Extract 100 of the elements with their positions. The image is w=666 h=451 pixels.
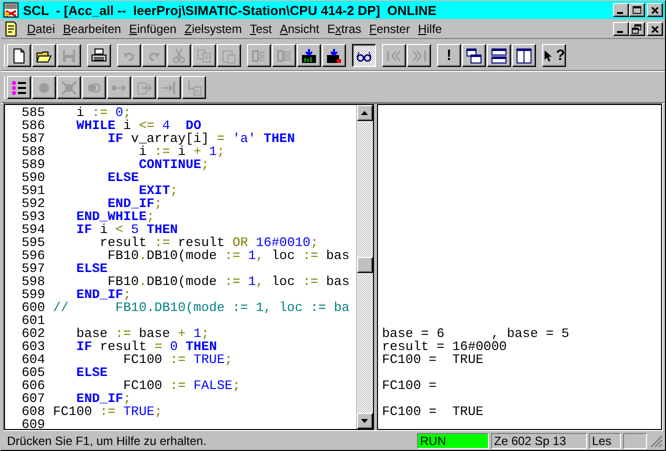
floppy-icon [61,48,77,64]
menu-item[interactable]: Datei [23,22,60,36]
cascade-button[interactable] [462,44,486,68]
monitor-value: FC100 = TRUE [382,405,484,418]
restore-icon [630,22,644,35]
menu-item[interactable]: Extras [323,22,366,36]
code-line: CONTINUE; [138,158,210,172]
menu-item[interactable]: Fenster [365,22,414,36]
minimize-button[interactable] [613,22,629,36]
menu-item[interactable]: Ansicht [276,22,324,36]
help-button[interactable]: ? [542,44,566,68]
line-number: 597 [20,262,45,276]
page-icon [11,48,27,64]
code-line: ELSE [75,366,108,380]
tile-horizontal-button[interactable] [487,44,511,68]
menu-item[interactable]: Bearbeiten [59,22,126,36]
print-button[interactable] [87,44,111,68]
status-message: Drücken Sie F1, um Hilfe zu erhalten. [6,434,208,448]
line-number: 587 [20,132,45,146]
scrollbar[interactable] [356,105,373,430]
scroll-down-button[interactable] [357,413,373,430]
status-panel: Ze 602 Sp 13 [491,432,587,448]
code-line: IF v_array[i] = 'a' THEN [106,132,295,146]
status-panel [623,432,647,448]
monitor-value: FC100 = [382,379,437,392]
download-button[interactable] [297,44,321,68]
monitor-value: result = 16#0000 [382,340,507,354]
open-button[interactable] [32,44,56,68]
down-arrow-icon [361,418,369,424]
breakpoint-list-button[interactable] [7,76,31,100]
line-number: 586 [20,119,45,132]
line-number: 594 [20,223,45,236]
skip-forward-icon [411,48,427,64]
line-number: 596 [20,249,45,262]
menu-item[interactable]: Einfügen [125,22,180,36]
up-arrow-icon [361,110,369,116]
step-out-icon [186,80,202,96]
tile-vertical-icon [516,48,532,64]
line-number: 585 [20,106,45,120]
menu-item[interactable]: Hilfe [414,22,446,36]
status-panel: RUN [417,432,489,448]
monitor-value: base = 6 , base = 5 [382,327,570,340]
menu-item[interactable]: Test [246,22,276,36]
code-line: FC100 := TRUE; [122,353,232,366]
window-title: SCL - [Acc_all -- leerProj\SIMATIC-Station\CPU 414-2 DP] ONLINE [23,2,438,18]
code-line: FB10.DB10(mode := 1, loc := bas [107,249,350,262]
code-line: FC100 := TRUE; [53,405,162,418]
scroll-thumb[interactable] [357,257,373,274]
restore-button[interactable] [629,22,645,36]
code-line: result := result OR 16#0010; [98,236,318,250]
step-arrow-icon [136,80,152,96]
close-button[interactable] [647,3,663,18]
line-number: 609 [20,418,45,430]
line-number: 605 [20,366,45,380]
code-line: FC100 := FALSE; [122,379,240,392]
code-line: ELSE [106,171,139,184]
monitor-button[interactable] [352,44,376,68]
scissors-icon [171,48,187,64]
code-line: IF result = 0 THEN [75,340,217,354]
code-line: // FB10.DB10(mode := 1, loc := ba [53,301,350,314]
list-icon [11,80,27,96]
line-number: 588 [20,145,45,158]
download-icon [326,48,342,64]
code-line: ELSE [75,262,108,276]
app-icon [3,2,19,18]
line-number: 604 [20,353,45,366]
document-icon [3,20,19,37]
line-number: 589 [20,158,45,172]
download-all-button[interactable] [322,44,346,68]
menu-item[interactable]: Zielsystem [180,22,246,36]
download-icon [301,48,317,64]
code-line: EXIT; [138,184,178,198]
minimize-button[interactable] [613,3,629,18]
minimize-icon [617,30,623,33]
tile-horizontal-icon [491,48,507,64]
crossed-dot-icon [61,80,77,96]
minimize-icon [617,12,623,14]
tile-vertical-button[interactable] [512,44,536,68]
code-line: i := i + 1; [138,145,225,158]
run-button[interactable]: ! [437,44,461,68]
line-number: 603 [20,340,45,354]
line-number: 600 [20,301,45,314]
line-number: 601 [20,314,45,328]
max-icon [630,4,644,16]
line-number: 606 [20,379,45,392]
code-line: END_IF; [106,197,162,210]
clipboard-icon [221,48,237,64]
line-number: 592 [20,197,45,210]
close-button[interactable] [647,22,663,36]
skip-back-icon [386,48,402,64]
code-line: IF i < 5 THEN [75,223,178,236]
code-line: END_IF; [76,392,132,406]
monitor-value: FC100 = TRUE [382,353,484,366]
scroll-up-button[interactable] [357,105,373,122]
line-number: 591 [20,184,45,198]
maximize-button[interactable] [629,3,645,18]
line-number: 598 [20,275,45,288]
status-panel: Les [589,432,621,448]
line-number: 607 [20,392,45,406]
new-button[interactable] [7,44,31,68]
